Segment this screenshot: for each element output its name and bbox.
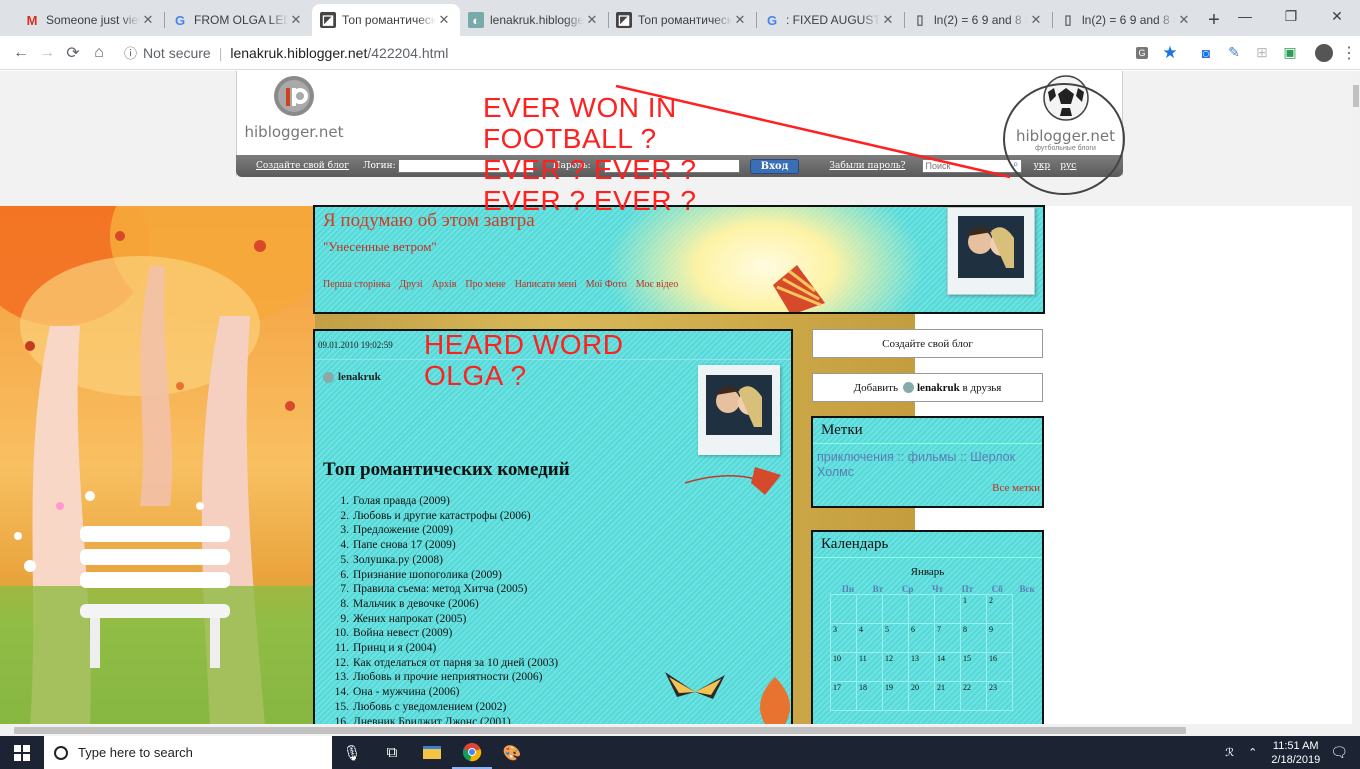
google-icon: G (174, 12, 186, 28)
browser-tab[interactable]: ◐ lenakruk.hiblogge ✕ (460, 4, 608, 36)
home-icon[interactable]: ⌂ (86, 44, 112, 62)
vertical-scroll-thumb[interactable] (1353, 85, 1359, 107)
sheets-extension-icon[interactable]: ▣ (1276, 43, 1304, 63)
file-explorer-icon[interactable] (412, 736, 452, 769)
grid-extension-icon[interactable]: ⊞ (1248, 43, 1276, 63)
chrome-icon[interactable] (452, 736, 492, 769)
windows-start-icon[interactable] (0, 736, 44, 769)
tab-title: lenakruk.hiblogge (490, 13, 584, 27)
close-window-button[interactable]: ✕ (1314, 0, 1360, 32)
tab-title: Топ романтическ (638, 13, 732, 27)
tab-title: FROM OLGA LEDN (194, 13, 288, 27)
browser-tab[interactable]: G : FIXED AUGUST 3✕ (756, 4, 904, 36)
microphone-icon[interactable]: 🎙 (332, 736, 372, 769)
close-tab-icon[interactable]: ✕ (1176, 12, 1192, 28)
vertical-scrollbar[interactable] (1352, 71, 1360, 724)
annotation-overlay (615, 83, 1125, 195)
info-icon[interactable]: ⓘ (124, 43, 137, 62)
close-tab-icon[interactable]: ✕ (288, 12, 304, 28)
tab-title: : FIXED AUGUST 3 (786, 13, 880, 27)
clock-date: 2/18/2019 (1271, 753, 1321, 766)
windows-taskbar: Type here to search 🎙 ⧉ 🎨 ℛ ⌃ 11:51 AM 2… (0, 736, 1360, 769)
annotation-arrow-line (615, 84, 1011, 179)
browser-tab[interactable]: ▯ ln(2) = 6 9 and 8 = ✕ (1052, 4, 1200, 36)
notifications-icon[interactable]: 🗨 (1330, 744, 1348, 761)
browser-tab[interactable]: ◪ Топ романтическ ✕ (312, 4, 460, 36)
close-tab-icon[interactable]: ✕ (880, 12, 896, 28)
close-tab-icon[interactable]: ✕ (1028, 12, 1044, 28)
clock[interactable]: 11:51 AM 2/18/2019 (1271, 739, 1320, 767)
page-icon: ▯ (916, 12, 924, 27)
people-icon[interactable]: ℛ (1225, 746, 1234, 759)
address-host: lenakruk.hiblogger.net (230, 44, 368, 61)
google-icon: G (766, 12, 778, 28)
system-tray: ℛ ⌃ 11:51 AM 2/18/2019 🗨 (1225, 736, 1360, 769)
hiblogger-icon: ◪ (616, 12, 632, 28)
page-viewport: hiblogger.net hiblogger.net футбольные б… (0, 71, 1352, 724)
chevron-up-icon[interactable]: ⌃ (1248, 746, 1257, 759)
paint-icon[interactable]: 🎨 (492, 736, 532, 769)
close-tab-icon[interactable]: ✕ (732, 12, 748, 28)
task-view-icon[interactable]: ⧉ (372, 736, 412, 769)
back-icon[interactable]: ← (8, 44, 34, 62)
chrome-logo-icon (462, 742, 482, 761)
tab-title: ln(2) = 6 9 and 8 = (934, 13, 1028, 27)
browser-tab[interactable]: ▯ ln(2) = 6 9 and 8 = ✕ (904, 4, 1052, 36)
close-tab-icon[interactable]: ✕ (584, 12, 600, 28)
tab-title: ln(2) = 6 9 and 8 = (1082, 13, 1176, 27)
minimize-button[interactable]: — (1222, 0, 1268, 32)
maximize-button[interactable]: ❐ (1268, 0, 1314, 32)
close-tab-icon[interactable]: ✕ (140, 12, 156, 28)
profile-avatar[interactable] (1310, 43, 1338, 63)
address-separator: | (218, 44, 223, 61)
camera-extension-icon[interactable]: ◙ (1192, 43, 1220, 63)
browser-tab[interactable]: ◪ Топ романтическ ✕ (608, 4, 756, 36)
translate-extension-icon[interactable]: ✎ (1220, 43, 1248, 63)
security-label: Not secure (143, 44, 211, 61)
browser-tab[interactable]: M Someone just view ✕ (16, 4, 164, 36)
reload-icon[interactable]: ⟳ (60, 43, 86, 63)
tab-strip: MSomeone just view✕GFROM OLGA LEDN✕◪Топ … (0, 0, 1360, 36)
search-circle-icon (54, 745, 68, 760)
tab-title: Someone just view (46, 13, 140, 27)
gmail-icon: M (26, 12, 38, 28)
browser-toolbar: ← → ⟳ ⌂ ⓘ Not secure | lenakruk.hiblogge… (0, 36, 1360, 70)
close-tab-icon[interactable]: ✕ (436, 12, 452, 28)
hiblogger-icon: ◪ (320, 12, 336, 28)
horizontal-scrollbar[interactable] (0, 724, 1360, 736)
taskbar-search-placeholder: Type here to search (78, 745, 193, 760)
bookmark-star-icon[interactable]: ★ (1156, 43, 1184, 63)
taskbar-search[interactable]: Type here to search (44, 736, 332, 769)
address-path: /422204.html (367, 44, 449, 61)
page-icon: ▯ (1064, 12, 1072, 27)
tab-list: MSomeone just view✕GFROM OLGA LEDN✕◪Топ … (0, 0, 1200, 36)
menu-kebab-icon[interactable]: ⋮ (1338, 43, 1360, 63)
browser-tab[interactable]: G FROM OLGA LEDN✕ (164, 4, 312, 36)
hiblogger-user-icon: ◐ (468, 12, 484, 28)
translate-icon[interactable]: G (1128, 43, 1156, 63)
windows-logo-icon (14, 744, 30, 761)
tab-title: Топ романтическ (342, 13, 436, 27)
forward-icon[interactable]: → (34, 44, 60, 62)
address-bar[interactable]: ⓘ Not secure | lenakruk.hiblogger.net/42… (124, 39, 1128, 67)
horizontal-scroll-thumb[interactable] (14, 727, 1186, 734)
clock-time: 11:51 AM (1272, 739, 1319, 752)
annotation-circle (1003, 83, 1125, 195)
